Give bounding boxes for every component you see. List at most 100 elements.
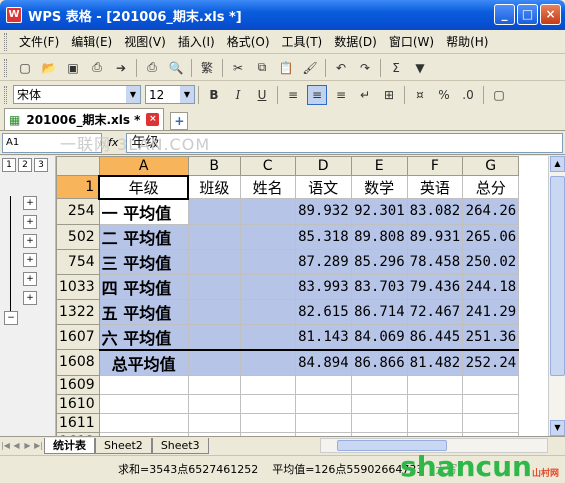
border-icon[interactable]: ▢ [489,85,509,105]
row-header[interactable]: 1608 [56,349,100,376]
outline-level-2-button[interactable]: 2 [18,158,32,172]
row-header[interactable]: 254 [56,198,100,225]
cell[interactable]: 81.482 [406,348,464,376]
column-header-G[interactable]: G [462,156,520,176]
expand-group-button[interactable]: + [23,215,37,229]
cell[interactable]: 250.02 [462,248,520,275]
sheet-tab-1[interactable]: 统计表 [44,437,95,454]
cell[interactable]: 五 平均值 [98,298,189,325]
cell-active[interactable]: 年级 [98,174,190,200]
cell[interactable]: 84.069 [350,323,408,350]
merge-cells-icon[interactable]: ⊞ [379,85,399,105]
menu-help[interactable]: 帮助(H) [440,33,494,50]
cell[interactable]: 总分 [462,175,520,199]
undo-icon[interactable]: ↶ [331,58,351,78]
row-header[interactable]: 1610 [56,393,100,414]
cell[interactable] [98,412,189,433]
cell[interactable]: 总平均值 [98,348,189,376]
outline-level-1-button[interactable]: 1 [2,158,16,172]
format-painter-icon[interactable]: 🖌 [300,58,320,78]
collapse-group-button[interactable]: − [4,311,18,325]
zoom-preview-icon[interactable]: 🔍 [166,58,186,78]
expand-group-button[interactable]: + [23,196,37,210]
row-header[interactable]: 502 [56,223,100,250]
percent-button[interactable]: % [434,85,454,105]
cell[interactable]: 81.143 [294,323,352,350]
cell[interactable]: 二 平均值 [98,223,189,250]
sheet-tab-2[interactable]: Sheet2 [95,437,152,454]
cell[interactable] [406,374,464,395]
cell[interactable]: 78.458 [406,248,464,275]
menu-view[interactable]: 视图(V) [118,33,172,50]
cell[interactable] [187,248,241,275]
outline-level-3-button[interactable]: 3 [34,158,48,172]
cell[interactable] [294,412,352,433]
font-name-select[interactable]: 宋体 ▼ [13,85,141,104]
cell[interactable] [239,374,296,395]
prev-sheet-icon[interactable]: ◀ [11,441,22,450]
cell[interactable]: 92.301 [350,198,408,225]
select-all-corner[interactable] [56,156,100,176]
cell[interactable]: 83.993 [294,273,352,300]
row-header[interactable]: 1611 [56,412,100,433]
cell[interactable] [406,393,464,414]
cell[interactable] [350,412,408,433]
save-icon[interactable]: ▣ [63,58,83,78]
next-sheet-icon[interactable]: ▶ [22,441,33,450]
cell[interactable]: 241.29 [462,298,520,325]
currency-icon[interactable]: ¤ [410,85,430,105]
paste-icon[interactable]: 📋 [276,58,296,78]
export-icon[interactable]: ➔ [111,58,131,78]
expand-group-button[interactable]: + [23,234,37,248]
cell[interactable] [350,393,408,414]
cell[interactable]: 83.703 [350,273,408,300]
cell[interactable]: 85.296 [350,248,408,275]
cell[interactable] [462,374,520,395]
row-header[interactable]: 1 [56,175,100,199]
row-header[interactable]: 1322 [56,298,100,325]
sheet-tab-3[interactable]: Sheet3 [151,437,209,454]
cell[interactable] [239,223,296,250]
menu-format[interactable]: 格式(O) [221,33,276,50]
wrap-text-icon[interactable]: ↵ [355,85,375,105]
print-icon[interactable]: ⎙ [142,58,162,78]
toolbar-grip[interactable] [4,58,7,77]
italic-button[interactable]: I [228,85,248,105]
row-header[interactable]: 1033 [56,273,100,300]
print-preview-icon[interactable]: ⎙ [87,58,107,78]
expand-group-button[interactable]: + [23,291,37,305]
cell[interactable]: 264.26 [462,198,520,225]
cell[interactable] [187,374,241,395]
cell[interactable] [239,393,296,414]
cell[interactable]: 89.932 [294,198,352,225]
cell[interactable]: 89.931 [406,223,464,250]
menu-data[interactable]: 数据(D) [328,33,383,50]
cell[interactable] [239,198,296,225]
filter-icon[interactable]: ▼ [410,58,430,78]
cell[interactable]: 87.289 [294,248,352,275]
bold-button[interactable]: B [204,85,224,105]
redo-icon[interactable]: ↷ [355,58,375,78]
toolbar-grip[interactable] [4,32,7,51]
cell[interactable] [294,393,352,414]
cell[interactable]: 86.714 [350,298,408,325]
cell[interactable]: 82.615 [294,298,352,325]
cell[interactable]: 六 平均值 [98,323,189,350]
chevron-down-icon[interactable]: ▼ [126,86,140,103]
row-header[interactable]: 1609 [56,374,100,395]
close-tab-icon[interactable]: × [146,113,160,126]
cell[interactable]: 252.24 [462,348,520,376]
cell[interactable] [187,273,241,300]
cell[interactable] [187,223,241,250]
cell[interactable] [406,412,464,433]
cell[interactable]: 84.894 [294,348,352,376]
cell[interactable]: 四 平均值 [98,273,189,300]
cell[interactable]: 语文 [294,175,352,199]
scroll-up-icon[interactable]: ▲ [550,156,565,172]
cell[interactable]: 姓名 [239,175,296,199]
vertical-scrollbar[interactable]: ▲ ▼ [548,156,565,436]
menu-edit[interactable]: 编辑(E) [65,33,118,50]
cell-grid[interactable]: A B C D E F G 1 年级 班级 姓名 语文 数学 英语 总分 254… [56,156,520,436]
cell[interactable]: 三 平均值 [98,248,189,275]
cell[interactable]: 244.18 [462,273,520,300]
